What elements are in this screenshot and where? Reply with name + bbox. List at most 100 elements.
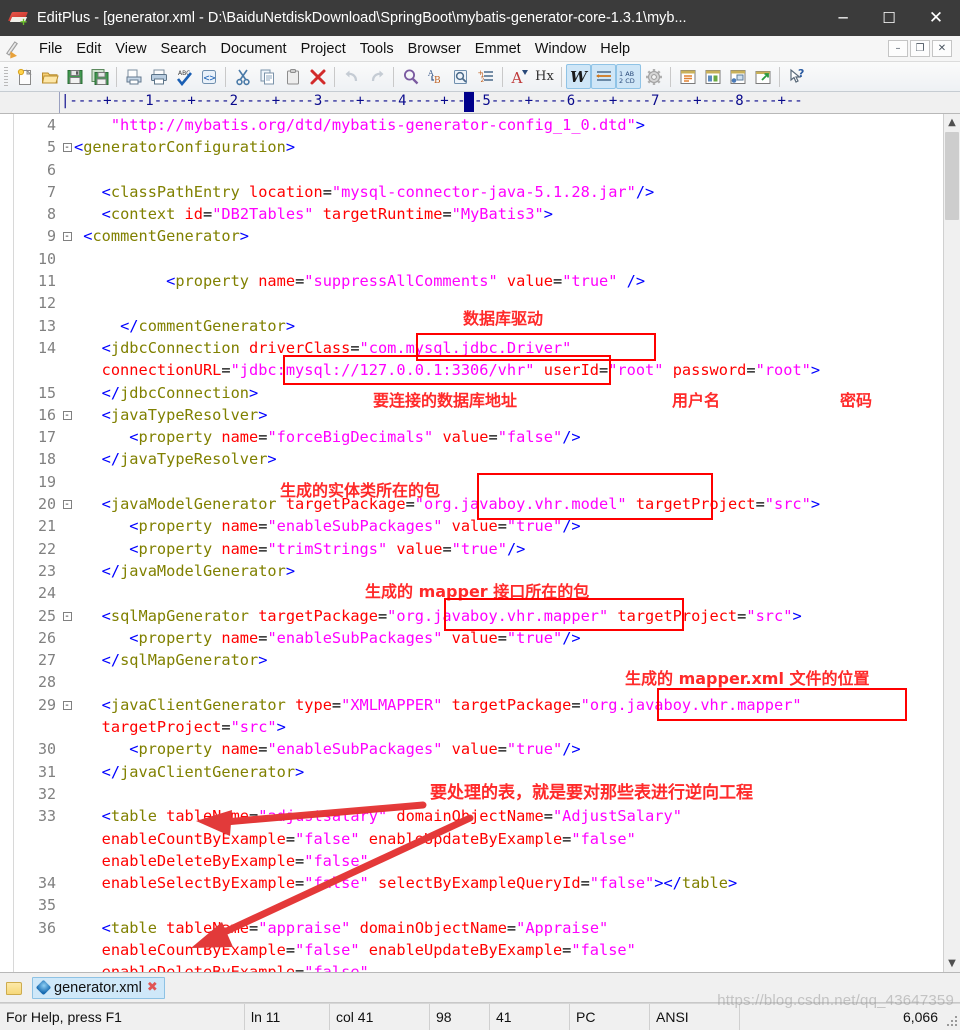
code-line[interactable]: 11 <property name="suppressAllComments" …	[14, 270, 943, 292]
copy-icon[interactable]	[255, 64, 280, 89]
code-line[interactable]: enableDeleteByExample="false"	[14, 961, 943, 972]
code-line[interactable]: connectionURL="jdbc:mysql://127.0.0.1:33…	[14, 359, 943, 381]
directory-window-icon[interactable]	[675, 64, 700, 89]
code-line[interactable]: 23 </javaModelGenerator>	[14, 560, 943, 582]
find-icon[interactable]	[398, 64, 423, 89]
code-line[interactable]: 6	[14, 159, 943, 181]
code-line[interactable]: 10	[14, 248, 943, 270]
fold-toggle-icon[interactable]: -	[60, 694, 74, 716]
code-line[interactable]: enableDeleteByExample="false"	[14, 850, 943, 872]
folder-icon[interactable]	[6, 980, 24, 996]
cliptext-window-icon[interactable]	[700, 64, 725, 89]
code-line[interactable]: 24	[14, 582, 943, 604]
resize-grip[interactable]	[946, 1016, 958, 1028]
paste-icon[interactable]	[280, 64, 305, 89]
toolbar-grip[interactable]	[4, 66, 8, 87]
spell-check-icon[interactable]: ABC	[171, 64, 196, 89]
code-text-area[interactable]: 4 "http://mybatis.org/dtd/mybatis-genera…	[14, 114, 943, 972]
print-icon[interactable]	[146, 64, 171, 89]
cut-icon[interactable]	[230, 64, 255, 89]
tab-generator-xml[interactable]: generator.xml ✖	[32, 976, 165, 999]
word-wrap-icon[interactable]: W	[566, 64, 591, 89]
menu-tools[interactable]: Tools	[353, 38, 401, 60]
code-line[interactable]: 32	[14, 783, 943, 805]
menu-project[interactable]: Project	[294, 38, 353, 60]
open-file-icon[interactable]	[37, 64, 62, 89]
menu-edit[interactable]: Edit	[69, 38, 108, 60]
code-line[interactable]: 4 "http://mybatis.org/dtd/mybatis-genera…	[14, 114, 943, 136]
undo-icon[interactable]	[339, 64, 364, 89]
line-numbers-icon[interactable]	[591, 64, 616, 89]
code-line[interactable]: 35	[14, 894, 943, 916]
code-line[interactable]: 5- <generatorConfiguration>	[14, 136, 943, 158]
code-line[interactable]: 25- <sqlMapGenerator targetPackage="org.…	[14, 605, 943, 627]
code-line[interactable]: 29- <javaClientGenerator type="XMLMAPPER…	[14, 694, 943, 716]
editor-area[interactable]: 4 "http://mybatis.org/dtd/mybatis-genera…	[0, 114, 960, 973]
maximize-button[interactable]: ☐	[866, 0, 912, 36]
scroll-up-arrow[interactable]: ▲	[944, 114, 960, 131]
code-line[interactable]: 13 </commentGenerator>	[14, 315, 943, 337]
mdi-minimize-button[interactable]: –	[888, 40, 908, 57]
document-selector-icon[interactable]	[725, 64, 750, 89]
redo-icon[interactable]	[364, 64, 389, 89]
code-line[interactable]: 15 </jdbcConnection>	[14, 382, 943, 404]
menu-view[interactable]: View	[108, 38, 153, 60]
code-line[interactable]: 16- <javaTypeResolver>	[14, 404, 943, 426]
bookmark-gutter[interactable]	[0, 114, 14, 972]
replace-icon[interactable]: AB	[423, 64, 448, 89]
code-line[interactable]: 8 <context id="DB2Tables" targetRuntime=…	[14, 203, 943, 225]
mdi-close-button[interactable]: ✕	[932, 40, 952, 57]
goto-line-icon[interactable]: +1 2	[473, 64, 498, 89]
fold-toggle-icon[interactable]: -	[60, 225, 74, 247]
fold-toggle-icon[interactable]: -	[60, 493, 74, 515]
context-help-icon[interactable]: ?	[784, 64, 809, 89]
code-line[interactable]: 9- <commentGenerator>	[14, 225, 943, 247]
new-file-icon[interactable]	[12, 64, 37, 89]
menu-help[interactable]: Help	[593, 38, 637, 60]
minimize-button[interactable]: ─	[820, 0, 866, 36]
print-preview-icon[interactable]	[121, 64, 146, 89]
code-line[interactable]: 30 <property name="enableSubPackages" va…	[14, 738, 943, 760]
close-button[interactable]: ✕	[912, 0, 960, 36]
code-line[interactable]: 36 <table tableName="appraise" domainObj…	[14, 917, 943, 939]
code-line[interactable]: 22 <property name="trimStrings" value="t…	[14, 538, 943, 560]
menu-file[interactable]: File	[32, 38, 69, 60]
code-line[interactable]: 7 <classPathEntry location="mysql-connec…	[14, 181, 943, 203]
menu-emmet[interactable]: Emmet	[468, 38, 528, 60]
code-line[interactable]: 28	[14, 671, 943, 693]
hex-viewer-icon[interactable]: Hx	[532, 64, 557, 89]
code-line[interactable]: 19	[14, 471, 943, 493]
output-window-icon[interactable]	[750, 64, 775, 89]
code-line[interactable]: targetProject="src">	[14, 716, 943, 738]
find-in-files-icon[interactable]	[448, 64, 473, 89]
delete-icon[interactable]	[305, 64, 330, 89]
mdi-restore-button[interactable]: ❐	[910, 40, 930, 57]
menu-window[interactable]: Window	[528, 38, 594, 60]
code-line[interactable]: enableCountByExample="false" enableUpdat…	[14, 939, 943, 961]
code-line[interactable]: 31 </javaClientGenerator>	[14, 761, 943, 783]
fold-toggle-icon[interactable]: -	[60, 605, 74, 627]
code-line[interactable]: 20- <javaModelGenerator targetPackage="o…	[14, 493, 943, 515]
code-line[interactable]: 18 </javaTypeResolver>	[14, 448, 943, 470]
code-line[interactable]: 27 </sqlMapGenerator>	[14, 649, 943, 671]
font-icon[interactable]: A	[507, 64, 532, 89]
view-in-browser-icon[interactable]: <>	[196, 64, 221, 89]
code-line[interactable]: 14 <jdbcConnection driverClass="com.mysq…	[14, 337, 943, 359]
fold-toggle-icon[interactable]: -	[60, 404, 74, 426]
save-all-icon[interactable]	[87, 64, 112, 89]
code-line[interactable]: 33 <table tableName="adjustsalary" domai…	[14, 805, 943, 827]
save-icon[interactable]	[62, 64, 87, 89]
code-line[interactable]: enableCountByExample="false" enableUpdat…	[14, 828, 943, 850]
menu-document[interactable]: Document	[214, 38, 294, 60]
code-line[interactable]: 21 <property name="enableSubPackages" va…	[14, 515, 943, 537]
vertical-scrollbar[interactable]: ▲ ▼	[943, 114, 960, 972]
scrollbar-thumb[interactable]	[945, 132, 959, 220]
preferences-icon[interactable]	[641, 64, 666, 89]
code-line[interactable]: 17 <property name="forceBigDecimals" val…	[14, 426, 943, 448]
close-icon[interactable]: ✖	[147, 980, 158, 995]
code-line[interactable]: 34 enableSelectByExample="false" selectB…	[14, 872, 943, 894]
code-line[interactable]: 26 <property name="enableSubPackages" va…	[14, 627, 943, 649]
menu-search[interactable]: Search	[154, 38, 214, 60]
code-line[interactable]: 12	[14, 292, 943, 314]
fold-toggle-icon[interactable]: -	[60, 136, 74, 158]
